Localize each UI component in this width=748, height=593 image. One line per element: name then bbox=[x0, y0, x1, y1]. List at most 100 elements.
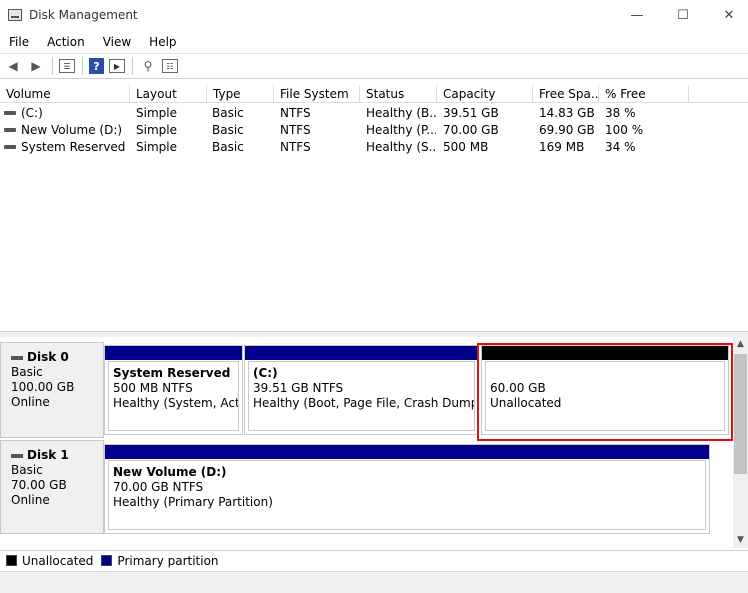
scroll-up-arrow-icon[interactable]: ▲ bbox=[733, 337, 748, 352]
table-row[interactable]: New Volume (D:) Simple Basic NTFS Health… bbox=[0, 122, 748, 139]
disk-1-label[interactable]: Disk 1 Basic 70.00 GB Online bbox=[0, 440, 104, 534]
disk-0-label[interactable]: Disk 0 Basic 100.00 GB Online bbox=[0, 342, 104, 438]
disk-1-partitions: New Volume (D:) 70.00 GB NTFS Healthy (P… bbox=[104, 444, 712, 534]
disk-management-icon bbox=[8, 9, 22, 21]
cell-volume: System Reserved bbox=[21, 140, 126, 154]
cell-free-space: 14.83 GB bbox=[539, 106, 595, 120]
window-title: Disk Management bbox=[29, 8, 138, 22]
partition-bar bbox=[105, 346, 242, 360]
volume-list-header: Volume Layout Type File System Status Ca… bbox=[0, 85, 748, 103]
volume-icon bbox=[4, 111, 16, 115]
partition-bar bbox=[105, 445, 709, 459]
cell-layout: Simple bbox=[136, 123, 177, 137]
column-header-type[interactable]: Type bbox=[207, 85, 274, 103]
column-header-status[interactable]: Status bbox=[360, 85, 437, 103]
cell-status: Healthy (P... bbox=[366, 123, 436, 137]
volume-list[interactable]: Volume Layout Type File System Status Ca… bbox=[0, 85, 748, 331]
partition-status: Healthy (System, Active bbox=[113, 396, 239, 410]
cell-percent-free: 100 % bbox=[605, 123, 644, 137]
selection-highlight bbox=[477, 343, 733, 441]
title-bar: Disk Management — ☐ ✕ bbox=[0, 0, 748, 31]
menu-bar: File Action View Help bbox=[0, 31, 748, 53]
partition-d[interactable]: New Volume (D:) 70.00 GB NTFS Healthy (P… bbox=[104, 444, 710, 534]
table-row[interactable]: (C:) Simple Basic NTFS Healthy (B... 39.… bbox=[0, 105, 748, 122]
menu-view[interactable]: View bbox=[94, 31, 140, 53]
disk-0-name: Disk 0 bbox=[27, 350, 69, 364]
disk-graphical-view: Disk 0 Basic 100.00 GB Online System Res… bbox=[0, 337, 748, 548]
cell-capacity: 39.51 GB bbox=[443, 106, 499, 120]
partition-title: (C:) bbox=[253, 366, 278, 380]
partition-size: 500 MB NTFS bbox=[113, 381, 193, 395]
cell-volume: New Volume (D:) bbox=[21, 123, 123, 137]
disk-1-size: 70.00 GB bbox=[11, 478, 67, 492]
partition-bar bbox=[245, 346, 478, 360]
cell-layout: Simple bbox=[136, 140, 177, 154]
primary-partition-swatch-icon bbox=[101, 555, 113, 566]
disk-1-name: Disk 1 bbox=[27, 448, 69, 462]
menu-help[interactable]: Help bbox=[140, 31, 185, 53]
menu-file[interactable]: File bbox=[0, 31, 38, 53]
partition-c[interactable]: (C:) 39.51 GB NTFS Healthy (Boot, Page F… bbox=[244, 345, 479, 435]
toolbar-separator bbox=[82, 57, 83, 75]
legend: Unallocated Primary partition bbox=[0, 550, 748, 570]
disk-0-status: Online bbox=[11, 395, 50, 409]
minimize-button[interactable]: — bbox=[614, 0, 660, 31]
connect-icon[interactable]: ⚲ bbox=[139, 57, 157, 75]
column-header-file-system[interactable]: File System bbox=[274, 85, 360, 103]
cell-capacity: 500 MB bbox=[443, 140, 489, 154]
cell-status: Healthy (B... bbox=[366, 106, 436, 120]
volume-icon bbox=[4, 128, 16, 132]
column-header-layout[interactable]: Layout bbox=[130, 85, 207, 103]
disk-0-type: Basic bbox=[11, 365, 43, 379]
back-arrow-icon[interactable]: ◀ bbox=[4, 57, 22, 75]
partition-size: 70.00 GB NTFS bbox=[113, 480, 204, 494]
partition-title: New Volume (D:) bbox=[113, 465, 227, 479]
table-row[interactable]: System Reserved Simple Basic NTFS Health… bbox=[0, 139, 748, 156]
cell-free-space: 69.90 GB bbox=[539, 123, 595, 137]
toolbar-separator bbox=[52, 57, 53, 75]
partition-title: System Reserved bbox=[113, 366, 231, 380]
cell-file-system: NTFS bbox=[280, 106, 311, 120]
show-hide-console-icon[interactable]: ▶ bbox=[109, 59, 125, 73]
cell-volume: (C:) bbox=[21, 106, 43, 120]
scroll-down-arrow-icon[interactable]: ▼ bbox=[733, 533, 748, 548]
scroll-thumb[interactable] bbox=[734, 354, 747, 474]
forward-arrow-icon[interactable]: ▶ bbox=[27, 57, 45, 75]
disk-1-type: Basic bbox=[11, 463, 43, 477]
toolbar-separator bbox=[132, 57, 133, 75]
legend-primary-partition: Primary partition bbox=[117, 553, 219, 568]
graph-vertical-scrollbar[interactable]: ▲ ▼ bbox=[733, 337, 748, 548]
toolbar: ◀ ▶ ☰ ? ▶ ⚲ ☷ bbox=[0, 53, 748, 79]
partition-size: 39.51 GB NTFS bbox=[253, 381, 344, 395]
cell-free-space: 169 MB bbox=[539, 140, 585, 154]
volume-icon bbox=[4, 145, 16, 149]
partition-system-reserved[interactable]: System Reserved 500 MB NTFS Healthy (Sys… bbox=[104, 345, 243, 435]
disk-icon bbox=[11, 355, 23, 360]
cell-layout: Simple bbox=[136, 106, 177, 120]
disk-1-status: Online bbox=[11, 493, 50, 507]
disk-0-size: 100.00 GB bbox=[11, 380, 75, 394]
partition-status: Healthy (Primary Partition) bbox=[113, 495, 273, 509]
cell-capacity: 70.00 GB bbox=[443, 123, 499, 137]
column-header-capacity[interactable]: Capacity bbox=[437, 85, 533, 103]
close-button[interactable]: ✕ bbox=[706, 0, 748, 31]
cell-file-system: NTFS bbox=[280, 140, 311, 154]
legend-unallocated: Unallocated bbox=[22, 553, 94, 568]
status-bar bbox=[0, 571, 748, 593]
cell-percent-free: 34 % bbox=[605, 140, 636, 154]
help-icon[interactable]: ? bbox=[89, 58, 104, 74]
column-header-volume[interactable]: Volume bbox=[0, 85, 130, 103]
menu-action[interactable]: Action bbox=[38, 31, 94, 53]
cell-percent-free: 38 % bbox=[605, 106, 636, 120]
partition-status: Healthy (Boot, Page File, Crash Dump, Pr… bbox=[253, 396, 474, 410]
column-header-free-space[interactable]: Free Spa... bbox=[533, 85, 599, 103]
cell-type: Basic bbox=[212, 140, 244, 154]
cell-type: Basic bbox=[212, 106, 244, 120]
column-header-percent-free[interactable]: % Free bbox=[599, 85, 689, 103]
unallocated-swatch-icon bbox=[6, 555, 17, 566]
view-icon[interactable]: ☷ bbox=[162, 59, 178, 73]
maximize-button[interactable]: ☐ bbox=[660, 0, 706, 31]
cell-file-system: NTFS bbox=[280, 123, 311, 137]
disk-icon bbox=[11, 453, 23, 458]
properties-icon[interactable]: ☰ bbox=[59, 59, 75, 73]
